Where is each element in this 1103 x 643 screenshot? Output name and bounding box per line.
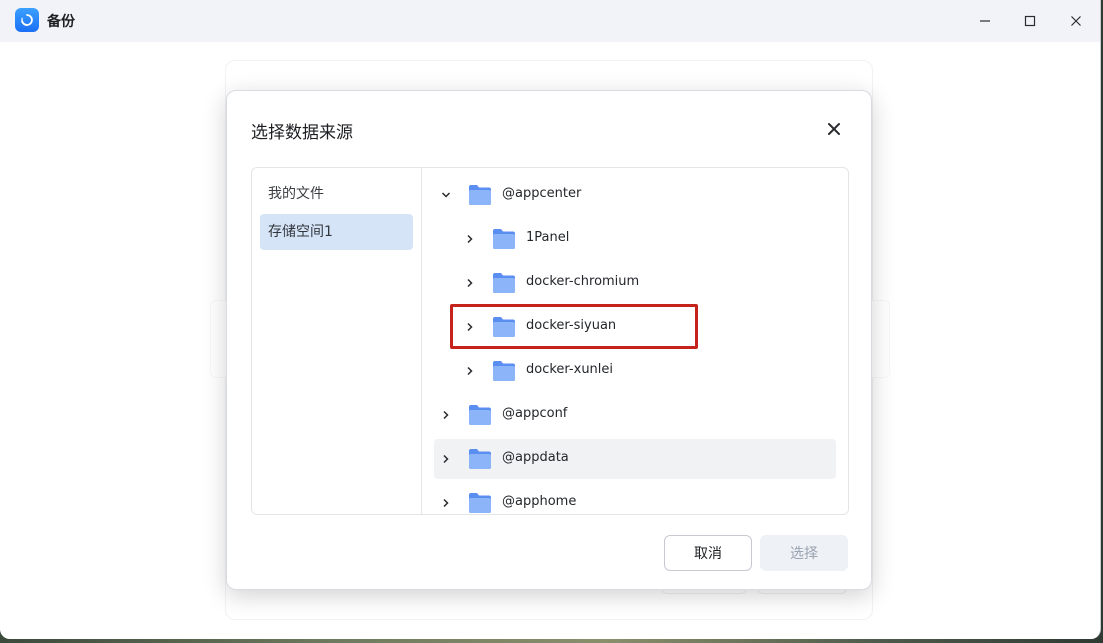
maximize-icon[interactable] (1018, 9, 1042, 33)
dialog-title: 选择数据来源 (251, 123, 353, 143)
folder-icon (493, 229, 515, 249)
tree-row[interactable]: docker-chromium (434, 263, 836, 303)
folder-icon (469, 405, 491, 425)
tree-row[interactable]: @appcenter (434, 175, 836, 215)
chevron-right-icon[interactable] (438, 495, 454, 511)
title-bar: 备份 (0, 0, 1100, 42)
tree-row[interactable]: @appconf (434, 395, 836, 435)
tree-row[interactable]: 1Panel (434, 219, 836, 259)
window-title: 备份 (47, 14, 75, 30)
location-sidebar: 我的文件 存储空间1 (252, 168, 422, 514)
cancel-button[interactable]: 取消 (664, 535, 752, 571)
folder-name: @appcenter (502, 186, 582, 201)
tree-row[interactable]: @apphome (434, 483, 836, 514)
close-icon[interactable] (1064, 9, 1088, 33)
folder-name: docker-chromium (526, 274, 640, 289)
folder-name: @appconf (502, 406, 568, 421)
sidebar-item-my-files[interactable]: 我的文件 (260, 176, 413, 212)
select-button[interactable]: 选择 (760, 535, 848, 571)
annotation-highlight-box (450, 304, 698, 349)
chevron-right-icon[interactable] (462, 363, 478, 379)
folder-icon (469, 449, 491, 469)
dialog-close-icon[interactable] (823, 118, 845, 140)
folder-name: 1Panel (526, 230, 570, 245)
backup-app-icon (15, 8, 39, 32)
folder-name: @appdata (502, 450, 569, 465)
chevron-right-icon[interactable] (462, 275, 478, 291)
folder-icon (469, 185, 491, 205)
folder-icon (469, 493, 491, 513)
tree-row[interactable]: @appdata (434, 439, 836, 479)
folder-icon (493, 273, 515, 293)
tree-row[interactable]: docker-xunlei (434, 351, 836, 391)
chevron-down-icon[interactable] (438, 187, 454, 203)
folder-name: @apphome (502, 494, 577, 509)
chevron-right-icon[interactable] (462, 231, 478, 247)
folder-icon (493, 361, 515, 381)
chevron-right-icon[interactable] (438, 451, 454, 467)
minimize-icon[interactable] (973, 9, 997, 33)
chevron-right-icon[interactable] (438, 407, 454, 423)
folder-name: docker-xunlei (526, 362, 614, 377)
sidebar-item-storage-1[interactable]: 存储空间1 (260, 214, 413, 250)
